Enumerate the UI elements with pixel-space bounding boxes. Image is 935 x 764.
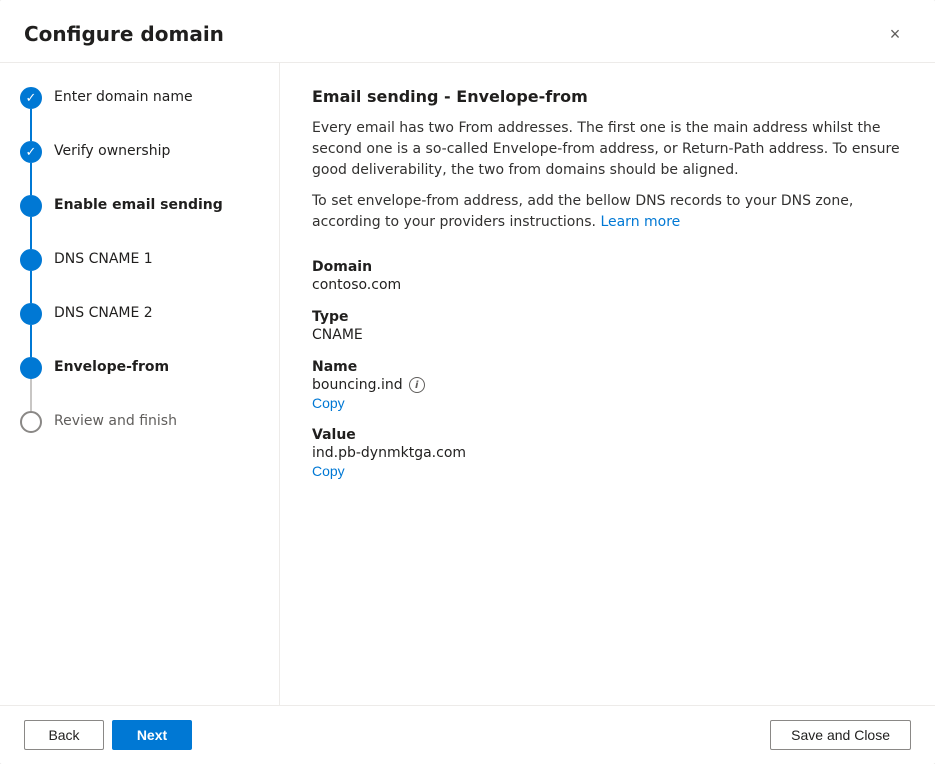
step-item-verify-ownership: Verify ownership [20, 141, 259, 195]
step-item-envelope-from: Envelope-from [20, 357, 259, 411]
learn-more-link[interactable]: Learn more [600, 214, 680, 230]
step-line-6 [30, 379, 32, 411]
step-circle-review-finish [20, 411, 42, 433]
field-label-domain: Domain [312, 259, 903, 275]
dialog-footer: Back Next Save and Close [0, 705, 935, 764]
step-label-review-finish: Review and finish [54, 411, 177, 429]
close-button[interactable]: × [879, 18, 911, 50]
step-line-5 [30, 325, 32, 357]
step-line-3 [30, 217, 32, 249]
step-label-dns-cname-2: DNS CNAME 2 [54, 303, 153, 321]
step-label-enable-email: Enable email sending [54, 195, 223, 213]
step-circle-verify [20, 141, 42, 163]
steps-sidebar: Enter domain name Verify ownership E [0, 63, 280, 705]
step-label-verify-ownership: Verify ownership [54, 141, 170, 159]
content-area: Email sending - Envelope-from Every emai… [280, 63, 935, 705]
footer-left-actions: Back Next [24, 720, 192, 750]
field-value-name: bouncing.ind i [312, 377, 903, 393]
field-value-value: ind.pb-dynmktga.com [312, 445, 903, 461]
step-circle-enter-domain [20, 87, 42, 109]
step-circle-dns-cname-2 [20, 303, 42, 325]
step-item-dns-cname-2: DNS CNAME 2 [20, 303, 259, 357]
next-button[interactable]: Next [112, 720, 192, 750]
field-block-type: Type CNAME [312, 309, 903, 343]
configure-domain-dialog: Configure domain × Enter domain name [0, 0, 935, 764]
field-block-name: Name bouncing.ind i Copy [312, 359, 903, 411]
field-block-value: Value ind.pb-dynmktga.com Copy [312, 427, 903, 479]
step-circle-dns-cname-1 [20, 249, 42, 271]
step-line-2 [30, 163, 32, 195]
save-close-button[interactable]: Save and Close [770, 720, 911, 750]
content-desc-1: Every email has two From addresses. The … [312, 118, 903, 181]
step-label-enter-domain: Enter domain name [54, 87, 193, 105]
field-label-type: Type [312, 309, 903, 325]
field-value-domain: contoso.com [312, 277, 903, 293]
step-item-review-finish: Review and finish [20, 411, 259, 459]
step-item-dns-cname-1: DNS CNAME 1 [20, 249, 259, 303]
field-value-type: CNAME [312, 327, 903, 343]
dialog-header: Configure domain × [0, 0, 935, 63]
step-label-envelope-from: Envelope-from [54, 357, 169, 375]
back-button[interactable]: Back [24, 720, 104, 750]
copy-value-button[interactable]: Copy [312, 463, 345, 479]
step-label-dns-cname-1: DNS CNAME 1 [54, 249, 153, 267]
copy-name-button[interactable]: Copy [312, 395, 345, 411]
content-title: Email sending - Envelope-from [312, 87, 903, 106]
content-desc-2: To set envelope-from address, add the be… [312, 191, 903, 233]
step-item-enable-email: Enable email sending [20, 195, 259, 249]
info-icon-name: i [409, 377, 425, 393]
field-block-domain: Domain contoso.com [312, 259, 903, 293]
step-item-enter-domain: Enter domain name [20, 87, 259, 141]
step-circle-enable-email [20, 195, 42, 217]
step-line-4 [30, 271, 32, 303]
dialog-title: Configure domain [24, 22, 224, 46]
dialog-body: Enter domain name Verify ownership E [0, 63, 935, 705]
field-label-value: Value [312, 427, 903, 443]
step-circle-envelope-from [20, 357, 42, 379]
step-line-1 [30, 109, 32, 141]
field-label-name: Name [312, 359, 903, 375]
